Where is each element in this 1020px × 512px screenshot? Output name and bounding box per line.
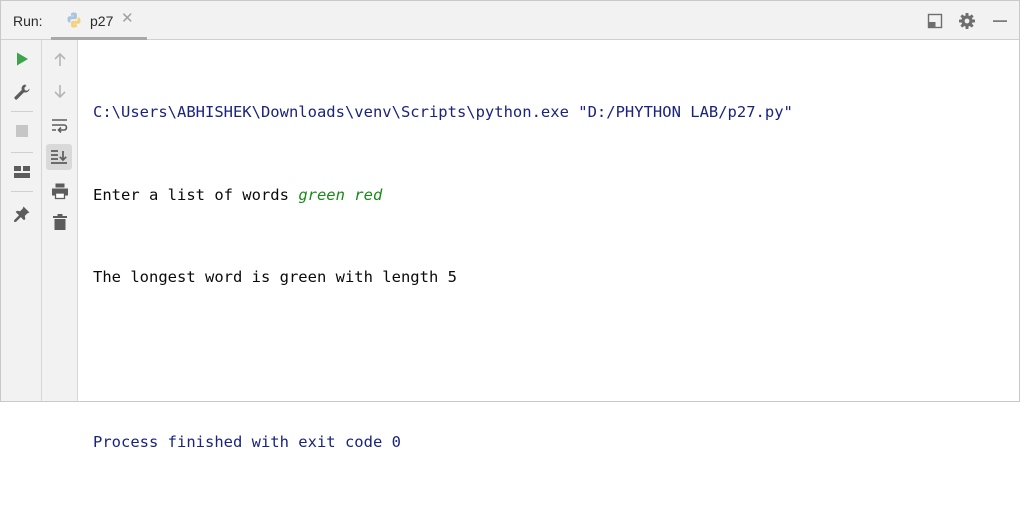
toolbar-separator <box>11 111 33 112</box>
minimize-icon[interactable] <box>990 11 1010 31</box>
gear-icon[interactable] <box>957 11 977 31</box>
print-icon[interactable] <box>50 181 70 201</box>
run-label: Run: <box>13 13 43 29</box>
python-file-icon <box>65 11 83 29</box>
tab-title: p27 <box>90 13 114 29</box>
prompt-text: Enter a list of words <box>93 185 299 204</box>
stop-icon[interactable] <box>12 121 32 141</box>
down-arrow-icon[interactable] <box>50 81 70 101</box>
run-header: Run: p27 ✕ <box>1 1 1019 40</box>
layout-icon[interactable] <box>12 162 32 182</box>
toolbar-separator <box>11 152 33 153</box>
scroll-to-end-icon[interactable] <box>49 147 69 167</box>
exit-message: Process finished with exit code 0 <box>93 433 401 451</box>
run-tool-window: Run: p27 ✕ C:\Users\ABHISHEK\Downloads\v… <box>0 0 1020 451</box>
user-input-text: green red <box>298 185 383 204</box>
pin-icon[interactable] <box>12 204 32 224</box>
tab-p27[interactable]: p27 ✕ <box>51 1 147 40</box>
toolbar-separator <box>11 191 33 192</box>
result-line: The longest word is green with length 5 <box>93 268 457 286</box>
console-output[interactable]: C:\Users\ABHISHEK\Downloads\venv\Scripts… <box>93 44 793 512</box>
console-toolbar <box>42 40 78 401</box>
soft-wrap-icon[interactable] <box>50 115 70 135</box>
trash-icon[interactable] <box>50 212 70 232</box>
command-line: C:\Users\ABHISHEK\Downloads\venv\Scripts… <box>93 103 793 121</box>
run-toolbar <box>1 40 42 401</box>
wrench-icon[interactable] <box>12 82 32 102</box>
prompt-line: Enter a list of words green red <box>93 182 793 210</box>
run-icon[interactable] <box>12 49 32 69</box>
close-icon[interactable]: ✕ <box>121 11 134 27</box>
up-arrow-icon[interactable] <box>50 50 70 70</box>
restore-layout-icon[interactable] <box>925 11 945 31</box>
